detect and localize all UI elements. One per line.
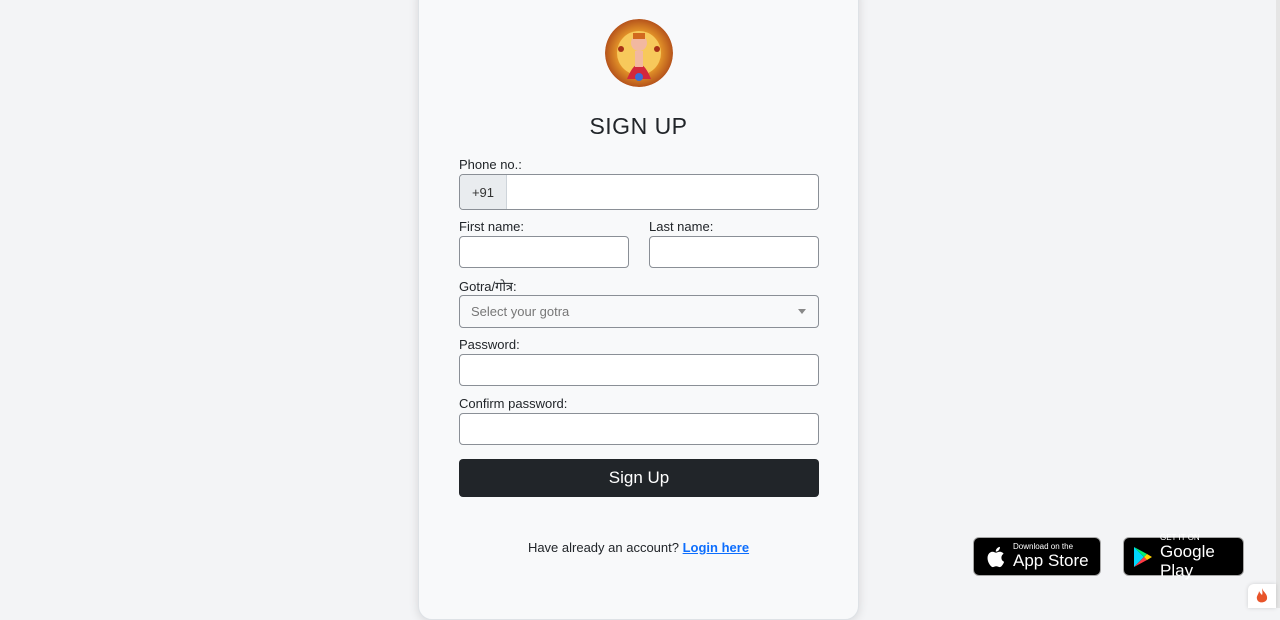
app-store-big-text: App Store [1013, 551, 1089, 570]
flame-icon[interactable] [1248, 584, 1276, 608]
app-store-badge[interactable]: Download on the App Store [973, 537, 1101, 576]
gotra-select[interactable]: Select your gotra [459, 295, 819, 328]
app-store-small-text: Download on the [1013, 543, 1089, 551]
gotra-placeholder: Select your gotra [471, 304, 569, 319]
login-link[interactable]: Login here [683, 540, 749, 555]
page-scrollbar[interactable] [1276, 0, 1280, 608]
page-title: SIGN UP [419, 113, 858, 140]
last-name-input[interactable] [649, 236, 819, 268]
deity-logo [605, 19, 673, 87]
signup-card: SIGN UP Phone no.: +91 First name: Last … [418, 0, 859, 620]
country-code-prefix: +91 [460, 175, 507, 209]
phone-input-group: +91 [459, 174, 819, 210]
sign-up-button[interactable]: Sign Up [459, 459, 819, 497]
google-play-badge[interactable]: GET IT ON Google Play [1123, 537, 1244, 576]
gotra-label: Gotra/गोत्र: [459, 277, 517, 295]
confirm-password-label: Confirm password: [459, 396, 567, 411]
login-prompt-line: Have already an account? Login here [419, 540, 858, 555]
first-name-input[interactable] [459, 236, 629, 268]
google-play-icon [1133, 546, 1153, 568]
login-prompt-text: Have already an account? [528, 540, 679, 555]
last-name-label: Last name: [649, 219, 713, 234]
apple-icon [985, 545, 1005, 569]
chevron-down-icon [798, 309, 806, 314]
google-play-small-text: GET IT ON [1160, 534, 1243, 542]
confirm-password-input[interactable] [459, 413, 819, 445]
phone-label: Phone no.: [459, 157, 522, 172]
google-play-big-text: Google Play [1160, 542, 1243, 580]
password-label: Password: [459, 337, 520, 352]
phone-input[interactable] [507, 175, 818, 209]
first-name-label: First name: [459, 219, 524, 234]
password-input[interactable] [459, 354, 819, 386]
